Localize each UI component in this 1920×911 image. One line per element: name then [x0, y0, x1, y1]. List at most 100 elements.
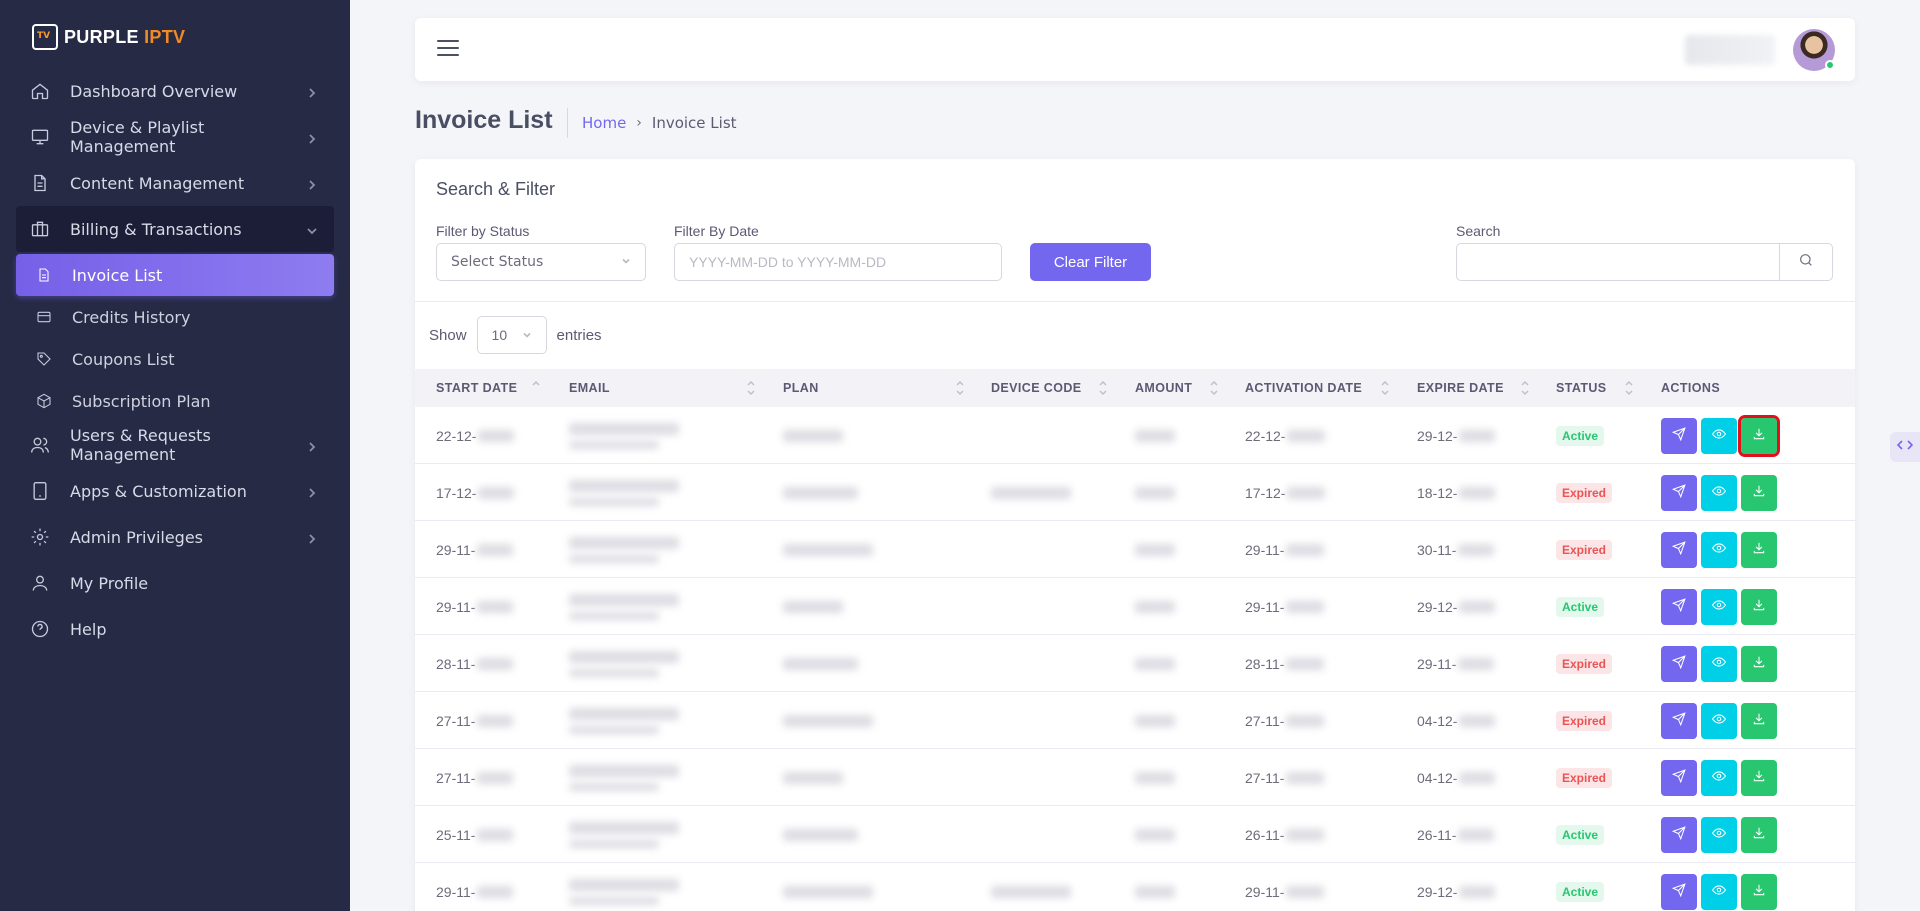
cell-expire-date: 04-12- — [1417, 692, 1496, 749]
download-invoice-button[interactable] — [1741, 588, 1777, 625]
status-badge: Expired — [1556, 539, 1613, 560]
view-invoice-button[interactable] — [1701, 816, 1737, 853]
send-invoice-button[interactable] — [1661, 816, 1697, 853]
sort-icon[interactable] — [745, 377, 757, 399]
send-invoice-button[interactable] — [1661, 531, 1697, 568]
cell-expire-date: 26-11- — [1417, 806, 1495, 863]
redacted-value — [1459, 714, 1496, 727]
col-actions: ACTIONS — [1661, 381, 1721, 395]
view-invoice-button[interactable] — [1701, 645, 1737, 682]
customizer-toggle[interactable] — [1890, 432, 1920, 462]
user-name-blurred — [1685, 35, 1775, 65]
search-input[interactable] — [1457, 244, 1779, 280]
cell-plan — [783, 407, 843, 464]
view-invoice-button[interactable] — [1701, 588, 1737, 625]
redacted-value — [477, 714, 514, 727]
brand-logo[interactable]: PURPLE IPTV — [32, 24, 185, 50]
col-email[interactable]: EMAIL — [569, 369, 610, 407]
chevron-right-icon — [306, 176, 320, 190]
send-invoice-button[interactable] — [1661, 645, 1697, 682]
download-invoice-button[interactable] — [1741, 474, 1777, 511]
col-plan[interactable]: PLAN — [783, 369, 819, 407]
sort-icon[interactable] — [1379, 377, 1391, 399]
entries-select[interactable]: 10 — [476, 316, 547, 354]
clear-filter-button[interactable]: Clear Filter — [1030, 243, 1151, 281]
col-activation-date[interactable]: ACTIVATION DATE — [1245, 369, 1362, 407]
redacted-value — [1135, 714, 1175, 727]
redacted-value — [1459, 600, 1496, 613]
redacted-value — [1458, 543, 1495, 556]
row-actions — [1661, 414, 1780, 457]
download-invoice-button[interactable] — [1741, 645, 1777, 682]
view-invoice-button[interactable] — [1701, 531, 1737, 568]
send-invoice-button[interactable] — [1661, 588, 1697, 625]
sidebar-item-apps-customization[interactable]: Apps & Customization — [16, 468, 334, 514]
download-invoice-button[interactable] — [1741, 873, 1777, 910]
sidebar-item-subscription-plan[interactable]: Subscription Plan — [16, 380, 334, 422]
sidebar-item-my-profile[interactable]: My Profile — [16, 560, 334, 606]
redacted-value — [477, 657, 514, 670]
menu-toggle-icon[interactable] — [437, 40, 459, 58]
title-divider — [567, 108, 568, 138]
redacted-value — [1459, 885, 1496, 898]
cell-plan — [783, 749, 843, 806]
col-device-code[interactable]: DEVICE CODE — [991, 369, 1082, 407]
col-amount[interactable]: AMOUNT — [1135, 369, 1192, 407]
download-invoice-button[interactable] — [1741, 759, 1777, 796]
redacted-value — [569, 782, 659, 791]
view-invoice-button[interactable] — [1701, 417, 1737, 454]
search-button[interactable] — [1779, 244, 1832, 280]
redacted-value — [1135, 885, 1175, 898]
sort-icon[interactable] — [954, 377, 966, 399]
send-invoice-button[interactable] — [1661, 474, 1697, 511]
sort-icon[interactable] — [530, 377, 542, 399]
cell-actions — [1661, 749, 1777, 806]
page-title: Invoice List — [415, 106, 553, 134]
sidebar-item-content[interactable]: Content Management — [16, 160, 334, 206]
send-invoice-button[interactable] — [1661, 417, 1697, 454]
redacted-value — [478, 486, 515, 499]
sidebar-item-billing[interactable]: Billing & Transactions — [16, 206, 334, 252]
view-invoice-button[interactable] — [1701, 474, 1737, 511]
send-invoice-button[interactable] — [1661, 702, 1697, 739]
chevron-right-icon — [306, 530, 320, 544]
status-filter-select[interactable]: Select Status — [436, 243, 646, 281]
download-invoice-button[interactable] — [1738, 414, 1780, 457]
cell-email — [569, 749, 679, 806]
date-range-input[interactable] — [674, 243, 1002, 281]
sort-icon[interactable] — [1097, 377, 1109, 399]
download-invoice-button[interactable] — [1741, 702, 1777, 739]
view-invoice-button[interactable] — [1701, 759, 1737, 796]
home-icon — [29, 80, 51, 102]
sort-icon[interactable] — [1208, 377, 1220, 399]
chevron-right-icon — [306, 130, 320, 144]
sidebar-item-admin-privileges[interactable]: Admin Privileges — [16, 514, 334, 560]
sidebar-item-device-playlist[interactable]: Device & Playlist Management — [16, 114, 334, 160]
redacted-value — [1286, 600, 1325, 613]
view-invoice-button[interactable] — [1701, 873, 1737, 910]
credit-card-icon — [36, 308, 54, 326]
send-invoice-button[interactable] — [1661, 873, 1697, 910]
col-status[interactable]: STATUS — [1556, 369, 1607, 407]
col-expire-date[interactable]: EXPIRE DATE — [1417, 369, 1504, 407]
col-start-date[interactable]: START DATE — [436, 369, 517, 407]
entries-length-control: Show 10 entries — [429, 316, 602, 354]
sidebar-item-invoice-list[interactable]: Invoice List — [16, 254, 334, 296]
send-invoice-button[interactable] — [1661, 759, 1697, 796]
download-invoice-button[interactable] — [1741, 816, 1777, 853]
send-icon — [1671, 598, 1686, 615]
sidebar-item-dashboard[interactable]: Dashboard Overview — [16, 68, 334, 114]
breadcrumb-home-link[interactable]: Home — [582, 114, 626, 132]
download-icon — [1752, 883, 1766, 900]
sidebar-item-credits-history[interactable]: Credits History — [16, 296, 334, 338]
view-invoice-button[interactable] — [1701, 702, 1737, 739]
sidebar-item-help[interactable]: Help — [16, 606, 334, 652]
billing-submenu: Invoice List Credits History Coupons Lis… — [16, 252, 334, 422]
sort-icon[interactable] — [1623, 377, 1635, 399]
expire-date-text: 29-12- — [1417, 598, 1458, 615]
download-invoice-button[interactable] — [1741, 531, 1777, 568]
sidebar-item-users-requests[interactable]: Users & Requests Management — [16, 422, 334, 468]
sort-icon[interactable] — [1519, 377, 1531, 399]
cell-activation-date: 22-12- — [1245, 407, 1326, 464]
sidebar-item-coupons-list[interactable]: Coupons List — [16, 338, 334, 380]
